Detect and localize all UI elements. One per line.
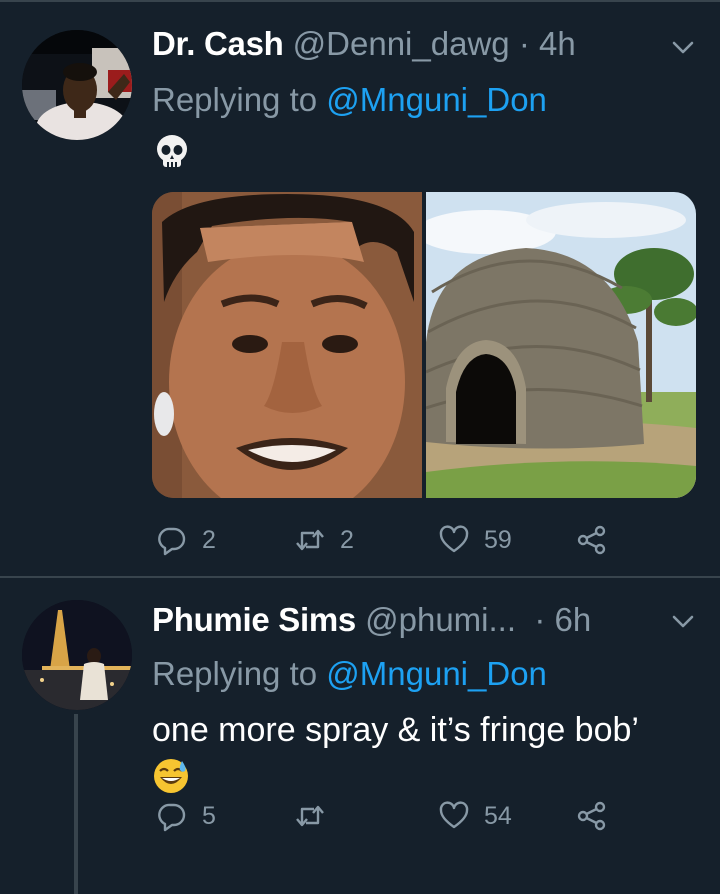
tweet-header: Phumie Sims @phumi... · 6h <box>152 600 591 640</box>
reply-count: 5 <box>202 801 216 830</box>
tweet-actions: 5 54 <box>152 796 696 836</box>
replying-to: Replying to @Mnguni_Don <box>152 654 547 694</box>
tweet-text: one more spray & it’s fringe bob’ <box>152 706 672 802</box>
tweet-text-body: one more spray & it’s fringe bob’ <box>152 711 638 749</box>
media-photo-left[interactable] <box>152 192 422 498</box>
thread-line <box>74 714 78 894</box>
share-icon <box>577 525 606 555</box>
replying-to-label: Replying to <box>152 655 318 692</box>
grass-hut-photo-icon <box>426 192 696 498</box>
reply-action[interactable]: 5 <box>156 796 216 836</box>
retweet-count: 2 <box>340 525 354 554</box>
face-closeup-photo-icon <box>152 192 422 498</box>
grinning-sweat-emoji-icon <box>154 759 188 793</box>
like-count: 54 <box>484 801 512 830</box>
user-handle[interactable]: @phumi... <box>365 601 516 638</box>
display-name[interactable]: Dr. Cash <box>152 25 284 62</box>
reply-icon <box>158 803 186 832</box>
like-action[interactable]: 54 <box>438 796 512 836</box>
avatar[interactable] <box>22 600 132 710</box>
retweet-icon <box>296 805 324 827</box>
avatar-photo <box>22 600 132 710</box>
media-grid <box>152 192 696 498</box>
chevron-down-icon[interactable] <box>668 606 698 636</box>
media-photo-right[interactable] <box>426 192 696 498</box>
user-handle[interactable]: @Denni_dawg <box>293 25 510 62</box>
skull-emoji-icon <box>157 135 187 167</box>
like-action[interactable]: 59 <box>438 520 512 560</box>
tweet-header: Dr. Cash @Denni_dawg · 4h <box>152 24 576 64</box>
replying-to: Replying to @Mnguni_Don <box>152 80 547 120</box>
avatar[interactable] <box>22 30 132 140</box>
separator-dot: · <box>534 601 546 638</box>
reply-icon <box>158 527 186 556</box>
retweet-action[interactable] <box>294 796 340 836</box>
heart-icon <box>439 525 469 553</box>
retweet-action[interactable]: 2 <box>294 520 354 560</box>
reply-count: 2 <box>202 525 216 554</box>
tweet-actions: 2 2 59 <box>152 520 696 560</box>
share-icon <box>577 801 606 831</box>
timestamp[interactable]: 4h <box>539 25 576 62</box>
tweet[interactable]: Phumie Sims @phumi... · 6h Replying to @… <box>0 578 720 894</box>
heart-icon <box>439 801 469 829</box>
separator-dot: · <box>518 25 530 62</box>
chevron-down-icon[interactable] <box>668 32 698 62</box>
like-count: 59 <box>484 525 512 554</box>
retweet-icon <box>296 529 324 551</box>
timestamp[interactable]: 6h <box>555 601 592 638</box>
tweet[interactable]: Dr. Cash @Denni_dawg · 4h Replying to @M… <box>0 2 720 576</box>
reply-action[interactable]: 2 <box>156 520 216 560</box>
share-action[interactable] <box>576 520 608 560</box>
avatar-photo <box>22 30 132 140</box>
mention-link[interactable]: @Mnguni_Don <box>326 81 547 118</box>
display-name[interactable]: Phumie Sims <box>152 601 356 638</box>
replying-to-label: Replying to <box>152 81 318 118</box>
mention-link[interactable]: @Mnguni_Don <box>326 655 547 692</box>
share-action[interactable] <box>576 796 608 836</box>
